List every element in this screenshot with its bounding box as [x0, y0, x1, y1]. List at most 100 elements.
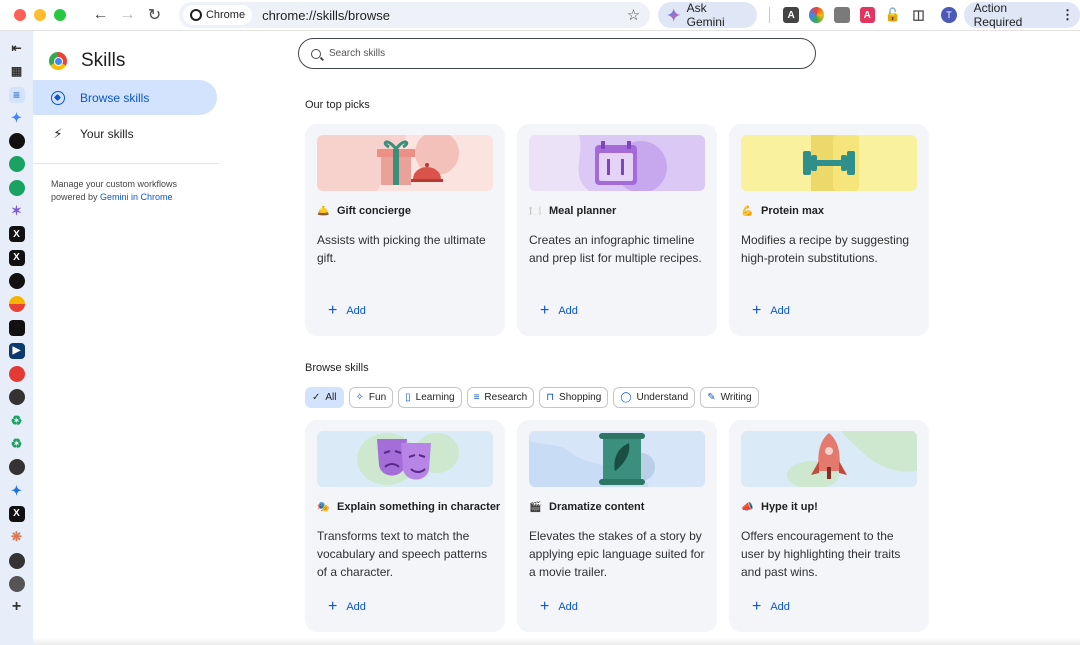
x-tab-icon[interactable]: X	[8, 226, 25, 243]
filter-chip-learning[interactable]: ▯ Learning	[398, 387, 462, 408]
add-hype-it-up-button[interactable]: + Add	[752, 598, 790, 615]
green-recycle-tab-icon-2[interactable]: ♻	[9, 436, 25, 452]
bottom-scroll-shadow	[33, 637, 1080, 645]
minimize-window-button[interactable]	[34, 9, 46, 21]
github-tab-icon[interactable]	[8, 272, 25, 289]
card-title-text: Gift concierge	[337, 205, 411, 217]
toolbar-divider	[769, 7, 771, 23]
browser-toolbar: ← → ↻ Chrome chrome://skills/browse ☆ As…	[0, 0, 1080, 31]
action-required-button[interactable]: Action Required ⋮	[963, 1, 1080, 29]
skills-tab-icon[interactable]: ≡	[8, 86, 25, 103]
blue-puzzle-tab-icon[interactable]: ✦	[9, 483, 25, 499]
sidebar-footer: Manage your custom workflows powered by …	[33, 164, 213, 204]
filter-chip-research[interactable]: ≡ Research	[466, 387, 535, 408]
profile-avatar[interactable]: T	[941, 7, 957, 23]
green-hex-tab-icon[interactable]	[8, 156, 25, 173]
card-title-text: Protein max	[761, 205, 824, 217]
globe-tab-icon[interactable]	[8, 459, 25, 476]
grey-globe-tab-icon[interactable]	[8, 575, 25, 592]
site-info-chip[interactable]: Chrome	[182, 5, 253, 25]
skills-sidebar: Skills Browse skills ⚡︎ Your skills Mana…	[33, 31, 223, 645]
purple-sparkle-tab-icon[interactable]: ✶	[9, 203, 25, 219]
add-label: Add	[346, 305, 366, 317]
add-label: Add	[346, 601, 366, 613]
window-controls	[14, 9, 66, 21]
ext-a-icon[interactable]: A	[783, 7, 799, 23]
top-picks-heading: Our top picks	[305, 99, 370, 111]
filter-chip-writing[interactable]: ✎ Writing	[700, 387, 759, 408]
card-title-text: Hype it up!	[761, 501, 818, 513]
sidebar-item-label: Your skills	[80, 126, 134, 141]
green-hex-tab-icon-2[interactable]	[8, 179, 25, 196]
pen-icon: ✎	[707, 392, 716, 403]
chrome-logo-icon	[49, 52, 67, 70]
new-tab-plus-icon[interactable]: +	[9, 598, 25, 615]
translate-extension-icon[interactable]: A	[859, 7, 875, 23]
reload-icon[interactable]: ↻	[142, 2, 167, 28]
action-required-label: Action Required	[973, 1, 1023, 29]
skill-card-gift-concierge[interactable]: 🛎️ Gift concierge Assists with picking t…	[305, 124, 505, 336]
sidebar-item-your-skills[interactable]: ⚡︎ Your skills	[33, 116, 217, 151]
masks-icon: 🎭	[317, 501, 330, 513]
meal-planner-illustration	[529, 135, 705, 191]
lock-extension-icon[interactable]: 🔓	[885, 7, 901, 23]
maximize-window-button[interactable]	[54, 9, 66, 21]
add-protein-max-button[interactable]: + Add	[752, 302, 790, 319]
shopping-bag-icon: ⊓	[546, 392, 555, 403]
filter-chip-all[interactable]: ✓ All	[305, 387, 344, 408]
card-title: 🎭 Explain something in character	[317, 501, 500, 513]
x-tab-icon-3[interactable]: X	[8, 505, 25, 522]
black-square-tab-icon[interactable]	[8, 319, 25, 336]
filter-chip-fun[interactable]: ✧ Fun	[348, 387, 394, 408]
plus-icon: +	[752, 302, 762, 319]
filter-label: Research	[484, 392, 528, 403]
skill-card-meal-planner[interactable]: 🍽️ Meal planner Creates an infographic t…	[517, 124, 717, 336]
main-content: Our top picks 🛎️ Gift concierge	[223, 31, 1080, 645]
back-arrow-icon[interactable]: ←	[88, 2, 113, 28]
gemini-tab-icon[interactable]: ✦	[9, 110, 25, 126]
more-vertical-icon[interactable]: ⋮	[1061, 7, 1074, 23]
add-meal-planner-button[interactable]: + Add	[540, 303, 578, 319]
tab-grid-icon[interactable]: ▦	[9, 63, 25, 79]
ask-gemini-button[interactable]: Ask Gemini	[658, 1, 758, 29]
filter-chip-understand[interactable]: ◯ Understand	[613, 387, 696, 408]
blue-play-tab-icon[interactable]: ▶	[8, 342, 25, 359]
grey-extension-icon[interactable]	[834, 7, 850, 23]
openai-tab-icon[interactable]	[8, 389, 25, 406]
x-tab-icon-2[interactable]: X	[8, 249, 25, 266]
gemini-in-chrome-link[interactable]: Gemini in Chrome	[100, 192, 173, 202]
address-bar[interactable]: Chrome chrome://skills/browse ☆	[178, 2, 651, 28]
close-window-button[interactable]	[14, 9, 26, 21]
card-description: Offers encouragement to the user by high…	[741, 529, 901, 579]
black-circle-tab-icon[interactable]	[8, 133, 25, 150]
add-gift-concierge-button[interactable]: + Add	[328, 303, 366, 319]
forward-arrow-icon[interactable]: →	[115, 2, 140, 28]
skill-card-dramatize-content[interactable]: 🎬 Dramatize content Elevates the stakes …	[517, 420, 717, 632]
skill-card-protein-max[interactable]: 💪 Protein max Modifies a recipe by sugge…	[729, 124, 929, 336]
url-text[interactable]: chrome://skills/browse	[262, 8, 627, 23]
collapse-tabs-icon[interactable]: ⇤	[9, 40, 25, 56]
openai-tab-icon-2[interactable]	[8, 552, 25, 569]
add-dramatize-content-button[interactable]: + Add	[540, 598, 578, 615]
orange-tab-icon[interactable]	[8, 296, 25, 313]
scroll-quill-illustration	[529, 431, 705, 487]
puzzle-extensions-icon[interactable]: ◫	[910, 7, 927, 23]
filter-chip-shopping[interactable]: ⊓ Shopping	[539, 387, 609, 408]
skill-card-hype-it-up[interactable]: 📣 Hype it up! Offers encouragement to th…	[729, 420, 929, 632]
sidebar-item-browse-skills[interactable]: Browse skills	[33, 80, 217, 115]
plus-icon: +	[752, 598, 762, 615]
search-input[interactable]	[329, 48, 769, 59]
skill-card-explain-in-character[interactable]: 🎭 Explain something in character Transfo…	[305, 420, 505, 632]
gift-concierge-illustration	[317, 135, 493, 191]
red-octopus-tab-icon[interactable]	[8, 366, 25, 383]
bookmark-star-icon[interactable]: ☆	[627, 6, 640, 24]
search-bar[interactable]	[298, 38, 816, 69]
plus-icon: +	[540, 598, 550, 615]
bellhop-icon: 🛎️	[317, 205, 330, 217]
green-recycle-tab-icon[interactable]: ♻	[9, 413, 25, 429]
card-title: 🎬 Dramatize content	[529, 501, 644, 513]
add-explain-in-character-button[interactable]: + Add	[328, 599, 366, 615]
color-picker-extension-icon[interactable]	[808, 7, 825, 23]
claude-tab-icon[interactable]: ❋	[9, 529, 25, 545]
megaphone-icon: 📣	[741, 501, 754, 513]
